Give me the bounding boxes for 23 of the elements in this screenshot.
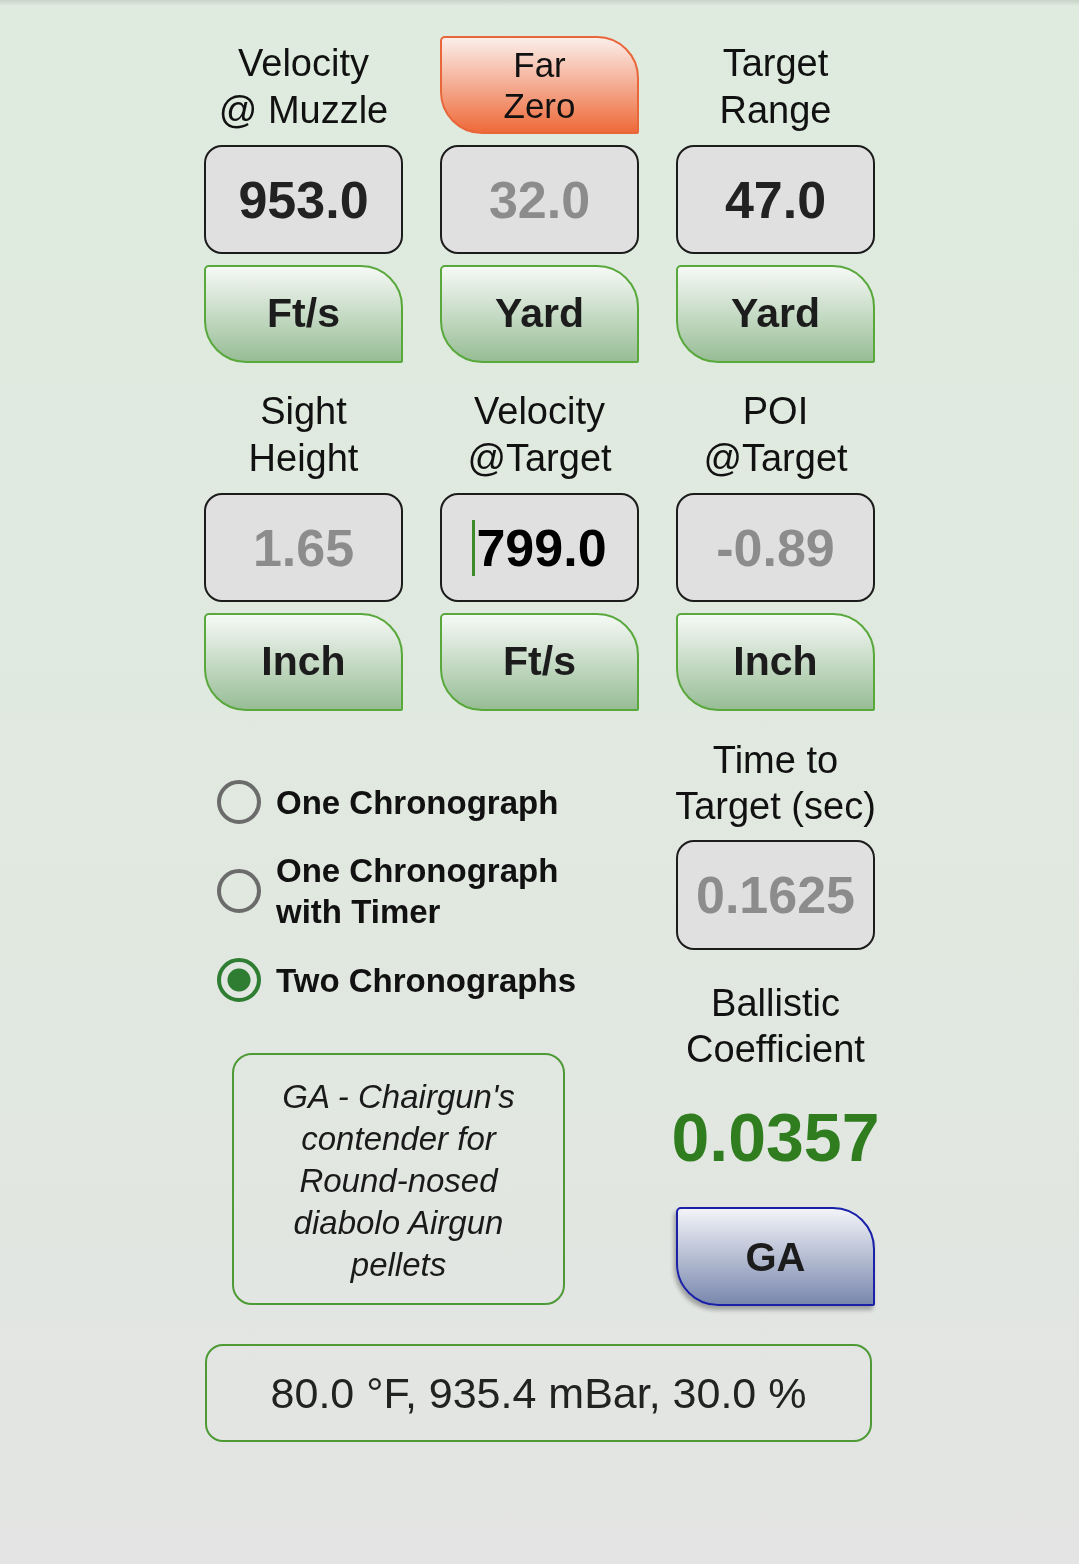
coefficient-value: 0.0357 (670, 1103, 881, 1171)
value-field[interactable]: 953.0 (204, 145, 403, 254)
field-label: Time to Target (sec) (674, 738, 877, 829)
radio-label[interactable]: One Chronograph (276, 781, 559, 823)
unit-button[interactable]: Ft/s (440, 613, 639, 711)
value-field[interactable]: 47.0 (676, 145, 875, 254)
field-label: Velocity @ Muzzle (218, 41, 389, 133)
drag-model-button[interactable]: GA (676, 1207, 875, 1306)
radio-label[interactable]: One Chronograph with Timer (276, 850, 559, 932)
conditions-panel[interactable]: 80.0 °F, 935.4 mBar, 30.0 % (205, 1344, 872, 1442)
unit-button[interactable]: Ft/s (204, 265, 403, 363)
field-label: Target Range (719, 41, 832, 133)
radio-button[interactable] (217, 780, 261, 824)
field-label: Ballistic Coefficient (685, 981, 866, 1072)
radio-label[interactable]: Two Chronographs (276, 959, 577, 1001)
radio-button[interactable] (217, 869, 261, 913)
field-label: Velocity @Target (467, 389, 612, 481)
field-label: Sight Height (248, 389, 359, 481)
unit-button[interactable]: Yard (676, 265, 875, 363)
radio-button[interactable] (217, 958, 261, 1002)
model-description: GA - Chairgun's contender for Round-nosed diabolo Airgun pellets (232, 1053, 565, 1305)
field-label: POI @Target (703, 389, 848, 481)
value-field[interactable]: 799.0 (440, 493, 639, 602)
